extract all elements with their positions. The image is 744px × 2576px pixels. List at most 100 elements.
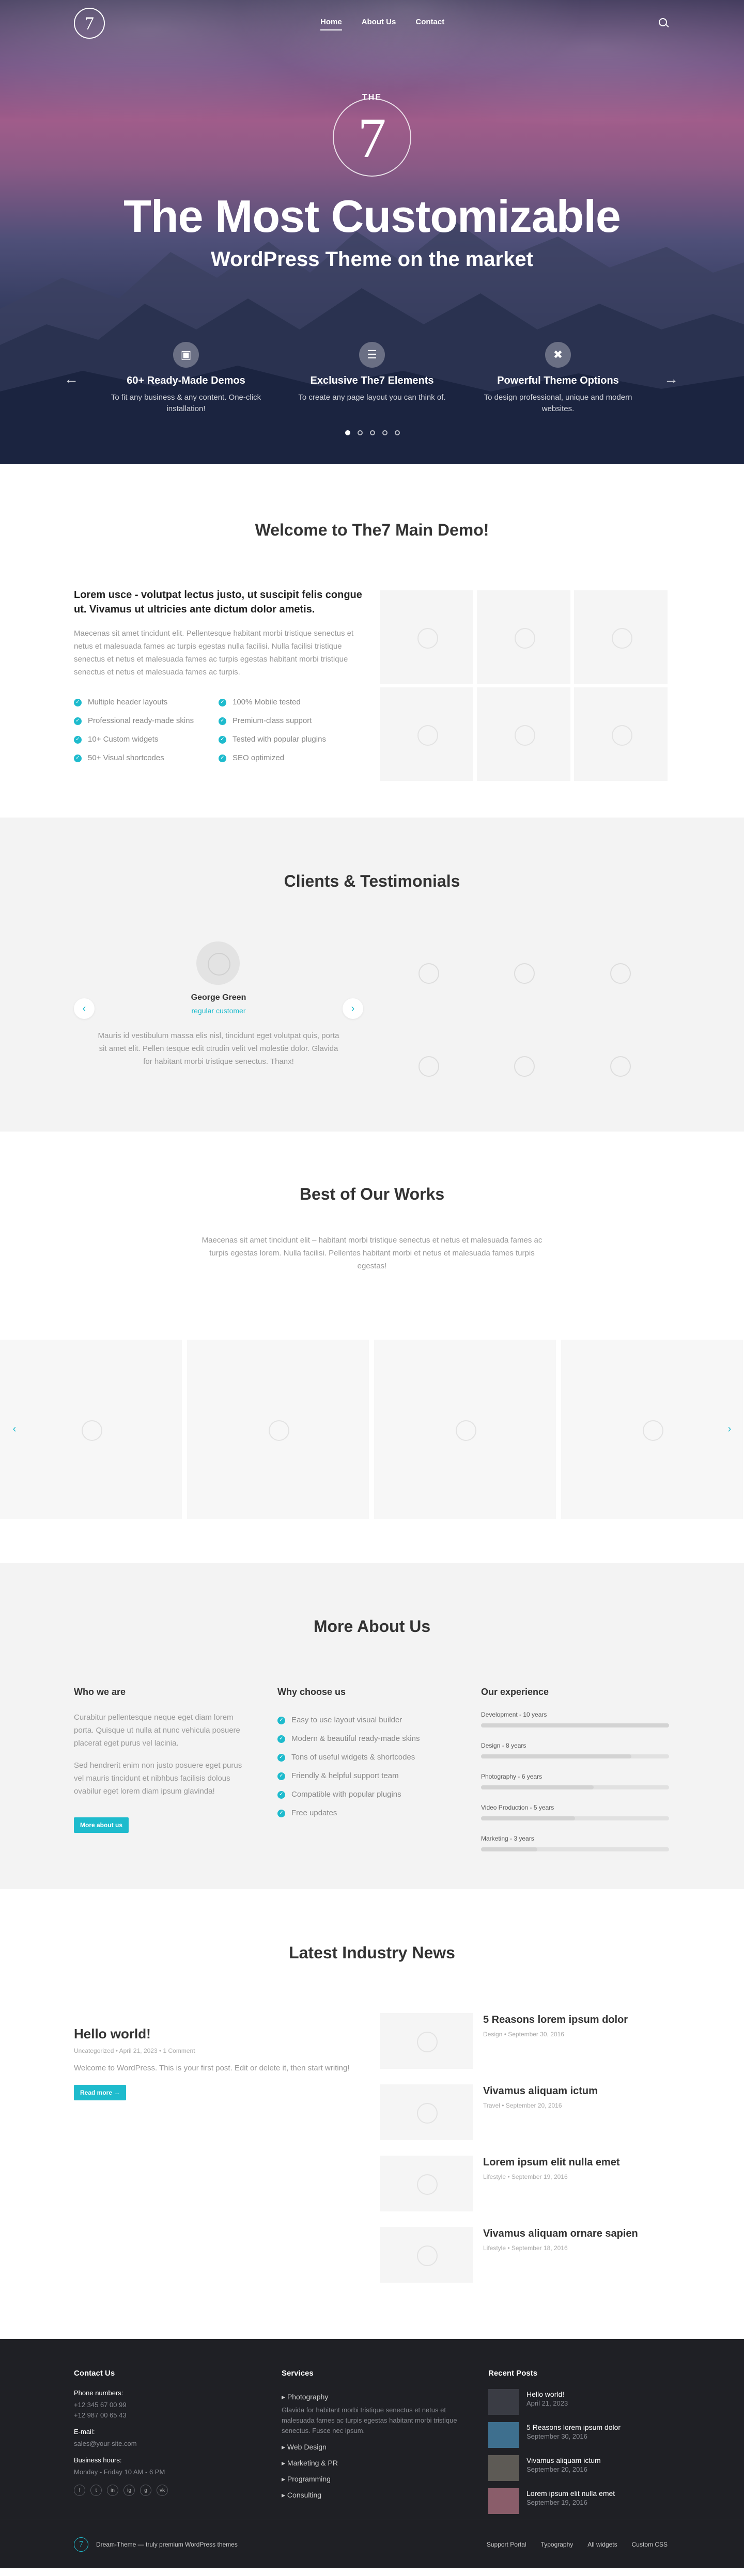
carousel-next-button[interactable]: ›	[719, 1419, 740, 1439]
list-item: ✓ Friendly & helpful support team	[277, 1767, 453, 1785]
welcome-lead: Lorem usce - volutpat lectus justo, ut s…	[74, 589, 362, 615]
bottom-link[interactable]: All widgets	[587, 2541, 617, 2548]
post-title[interactable]: Vivamus aliquam ornare sapien	[483, 2228, 638, 2240]
service-link[interactable]: ▸ Photography	[282, 2389, 457, 2405]
client-logo[interactable]	[380, 1034, 476, 1096]
slider-dot[interactable]	[395, 430, 400, 435]
feature-title: Powerful Theme Options	[497, 375, 619, 386]
client-logo[interactable]	[571, 1034, 668, 1096]
gallery-image[interactable]	[574, 687, 668, 781]
works-description: Maecenas sit amet tincidunt elit – habit…	[202, 1236, 542, 1270]
column-title: Who we are	[74, 1687, 126, 1697]
client-logo[interactable]	[571, 941, 668, 1003]
portfolio-item[interactable]	[0, 1340, 182, 1519]
gallery-image[interactable]	[380, 687, 473, 781]
service-link[interactable]: ▸ Programming	[282, 2471, 457, 2487]
footer-logo[interactable]: 7	[74, 2537, 88, 2552]
twitter-icon[interactable]: t	[90, 2485, 102, 2496]
service-link[interactable]: ▸ Consulting	[282, 2487, 457, 2503]
service-link[interactable]: ▸ Web Design	[282, 2439, 457, 2455]
skill-bar: Design - 8 years	[481, 1742, 669, 1758]
section-title: Welcome to The7 Main Demo!	[255, 521, 489, 539]
portfolio-item[interactable]	[561, 1340, 743, 1519]
client-logo[interactable]	[476, 1034, 572, 1096]
section-title: Clients & Testimonials	[284, 872, 460, 890]
list-item: ✓ Free updates	[277, 1804, 453, 1823]
site-logo[interactable]: 7	[74, 8, 105, 39]
post-title[interactable]: 5 Reasons lorem ipsum dolor	[483, 2014, 628, 2026]
testimonial-next-button[interactable]: ›	[343, 998, 363, 1019]
carousel-prev-button[interactable]: ‹	[4, 1419, 25, 1439]
more-about-button[interactable]: More about us	[74, 1817, 129, 1833]
testimonial-role: regular customer	[191, 1007, 246, 1015]
gallery-image[interactable]	[574, 590, 668, 684]
footer-title: Contact Us	[74, 2369, 115, 2378]
portfolio-item[interactable]	[374, 1340, 556, 1519]
portfolio-carousel	[0, 1340, 744, 1519]
section-title: More About Us	[313, 1617, 431, 1636]
skill-fill	[481, 1816, 575, 1820]
phone-label: Phone numbers:	[74, 2389, 123, 2397]
menu-item-about[interactable]: About Us	[362, 18, 396, 30]
check-icon: ✓	[219, 735, 226, 744]
post-thumbnail[interactable]	[380, 2084, 473, 2140]
section-title: Best of Our Works	[299, 1185, 445, 1203]
recent-post[interactable]: Hello world! April 21, 2023	[488, 2389, 669, 2415]
vk-icon[interactable]: vk	[157, 2485, 168, 2496]
column-paragraph: Sed hendrerit enim non justo posuere ege…	[74, 1761, 242, 1796]
recent-post[interactable]: Vivamus aliquam ictum September 20, 2016	[488, 2455, 669, 2481]
google-icon[interactable]: g	[140, 2485, 151, 2496]
post-title[interactable]: Hello world!	[74, 2026, 363, 2042]
list-item: ✓ Professional ready-made skins	[74, 712, 219, 730]
client-logo[interactable]	[476, 941, 572, 1003]
recent-post[interactable]: 5 Reasons lorem ipsum dolor September 30,…	[488, 2422, 669, 2448]
hours-value: Monday - Friday 10 AM - 6 PM	[74, 2468, 165, 2476]
facebook-icon[interactable]: f	[74, 2485, 85, 2496]
check-icon: ✓	[219, 698, 226, 706]
service-link[interactable]: ▸ Marketing & PR	[282, 2455, 457, 2471]
check-icon: ✓	[219, 717, 226, 725]
gallery-image[interactable]	[477, 687, 570, 781]
portfolio-item[interactable]	[187, 1340, 369, 1519]
slider-dot[interactable]	[382, 430, 388, 435]
post-thumbnail[interactable]	[380, 2156, 473, 2211]
phone-numbers: +12 345 67 00 99 +12 987 00 65 43	[74, 2401, 127, 2419]
email-link[interactable]: sales@your-site.com	[74, 2439, 244, 2449]
linkedin-icon[interactable]: in	[107, 2485, 118, 2496]
welcome-paragraph: Maecenas sit amet tincidunt elit. Pellen…	[74, 629, 354, 677]
search-icon[interactable]	[659, 18, 667, 26]
slider-next-arrow-icon[interactable]: →	[664, 371, 678, 387]
post-title[interactable]: Vivamus aliquam ictum	[483, 2085, 598, 2097]
read-more-button[interactable]: Read more →	[74, 2085, 127, 2100]
welcome-section: Welcome to The7 Main Demo! Lorem usce - …	[0, 464, 744, 818]
post-thumbnail[interactable]	[380, 2013, 473, 2069]
gallery-image[interactable]	[380, 590, 473, 684]
instagram-icon[interactable]: ig	[123, 2485, 135, 2496]
gallery-image[interactable]	[477, 590, 570, 684]
list-item: ✓ Tons of useful widgets & shortcodes	[277, 1748, 453, 1767]
footer: Contact Us Phone numbers: +12 345 67 00 …	[0, 2339, 744, 2520]
post-thumbnail[interactable]	[380, 2227, 473, 2283]
client-logo[interactable]	[380, 941, 476, 1003]
skill-fill	[481, 1847, 538, 1851]
testimonial-name: George Green	[191, 993, 246, 1002]
slider-prev-arrow-icon[interactable]: ←	[64, 371, 79, 387]
bottom-link[interactable]: Custom CSS	[632, 2541, 668, 2548]
testimonial-prev-button[interactable]: ‹	[74, 998, 95, 1019]
news-item: Vivamus aliquam ictum Travel • September…	[380, 2084, 669, 2140]
bottom-link[interactable]: Typography	[541, 2541, 574, 2548]
menu-item-contact[interactable]: Contact	[415, 18, 444, 30]
section-title: Latest Industry News	[289, 1943, 455, 1962]
slider-dot[interactable]	[345, 430, 350, 435]
recent-post[interactable]: Lorem ipsum elit nulla emet September 19,…	[488, 2488, 669, 2514]
slider-dot[interactable]	[358, 430, 363, 435]
bottom-link[interactable]: Support Portal	[487, 2541, 526, 2548]
testimonial-quote: Mauris id vestibulum massa elis nisl, ti…	[98, 1031, 339, 1066]
the7-badge: THE 7	[333, 93, 411, 177]
slider-dot[interactable]	[370, 430, 375, 435]
post-title[interactable]: Lorem ipsum elit nulla emet	[483, 2157, 620, 2169]
list-item: ✓ Multiple header layouts	[74, 693, 219, 712]
badge-number: 7	[358, 106, 386, 169]
footer-title: Recent Posts	[488, 2369, 538, 2378]
menu-item-home[interactable]: Home	[320, 18, 342, 30]
